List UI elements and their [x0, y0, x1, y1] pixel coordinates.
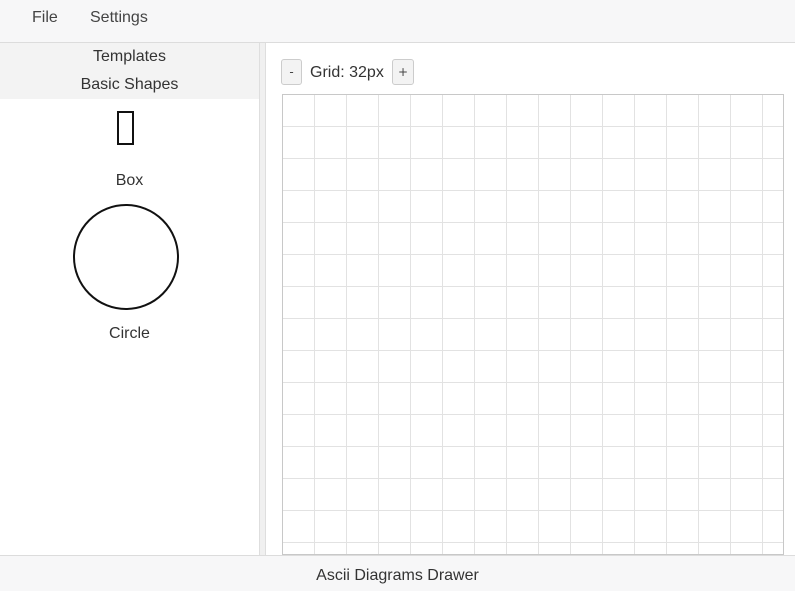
app-title: Ascii Diagrams Drawer [316, 567, 479, 584]
circle-shape-icon[interactable] [73, 204, 179, 310]
diagram-canvas[interactable] [282, 94, 784, 555]
menu-settings[interactable]: Settings [88, 9, 150, 27]
category-basic-shapes[interactable]: Basic Shapes [0, 76, 259, 94]
grid-size-label: Grid: 32px [310, 64, 384, 81]
templates-title: Templates [93, 48, 166, 65]
sidebar-resize-handle[interactable] [259, 43, 266, 555]
grid-decrease-button[interactable]: - [281, 59, 302, 85]
status-footer: Ascii Diagrams Drawer [0, 555, 795, 591]
menu-bar: File Settings [0, 0, 795, 43]
rectangle-shape-icon[interactable] [117, 111, 134, 145]
grid-increase-button[interactable]: + [392, 59, 414, 85]
templates-header: Templates Basic Shapes [0, 43, 259, 99]
menu-file[interactable]: File [30, 9, 60, 27]
drawing-area: - Grid: 32px + [266, 43, 795, 555]
box-template-label: Box [115, 172, 144, 189]
templates-sidebar: Templates Basic Shapes Box Circle [0, 43, 259, 555]
circle-template-label: Circle [109, 325, 150, 342]
